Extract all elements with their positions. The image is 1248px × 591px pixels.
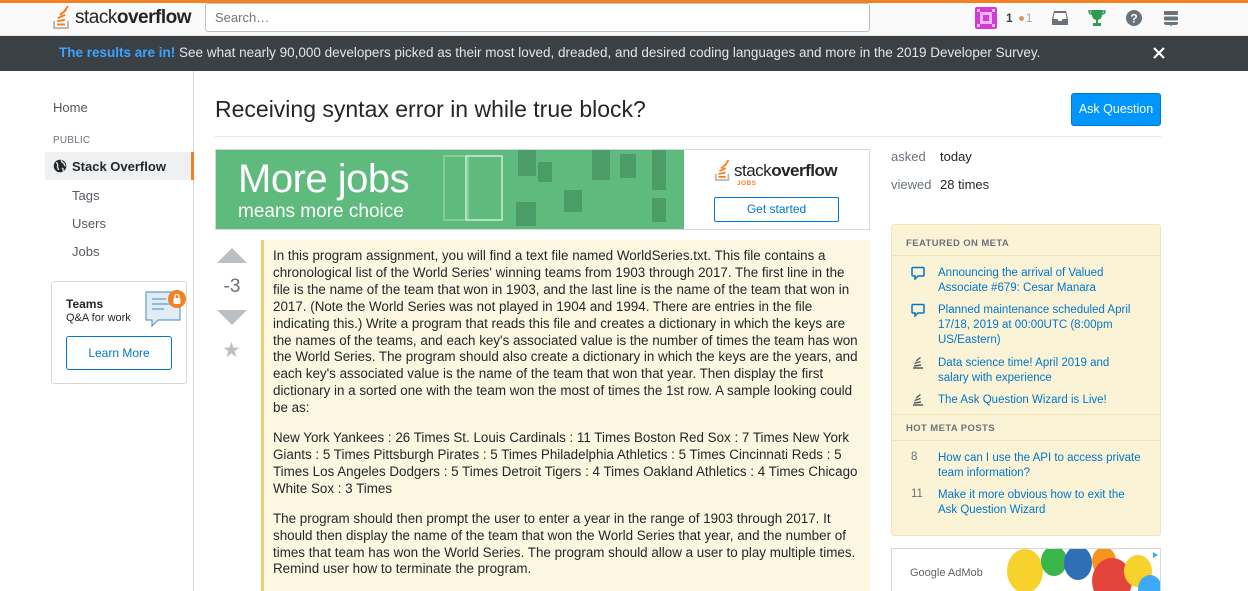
globe-icon bbox=[53, 159, 67, 173]
top-bar: stackoverflow 1 1 ? bbox=[0, 0, 1248, 36]
question-title[interactable]: Receiving syntax error in while true blo… bbox=[215, 96, 646, 123]
ad-headline: More jobs bbox=[238, 157, 410, 201]
stack-exchange-icon bbox=[911, 356, 925, 370]
meta-divider bbox=[892, 255, 1160, 256]
stack-overflow-jobs-logo-icon bbox=[714, 159, 732, 187]
asked-value: today bbox=[940, 149, 972, 164]
question-paragraph: The program should then prompt the user … bbox=[273, 510, 856, 577]
hot-meta-link[interactable]: Make it more obvious how to exit the Ask… bbox=[938, 488, 1143, 518]
ad-logo-text-bold: overflow bbox=[771, 161, 838, 180]
favorite-star-icon[interactable]: ★ bbox=[222, 340, 241, 361]
ad-logo-sub: JOBS bbox=[737, 180, 757, 187]
teams-promo: Teams Q&A for work Learn More bbox=[51, 281, 187, 384]
speech-bubble-icon bbox=[911, 266, 925, 281]
reputation-count: 1 bbox=[1006, 11, 1013, 25]
nav-jobs[interactable]: Jobs bbox=[72, 244, 99, 259]
jobs-advertisement[interactable]: More jobs means more choice stackoverflo… bbox=[215, 149, 870, 230]
teams-illustration-icon bbox=[144, 290, 188, 330]
nav-tags[interactable]: Tags bbox=[72, 188, 99, 203]
inbox-icon[interactable] bbox=[1051, 9, 1069, 27]
nav-public-label: PUBLIC bbox=[53, 135, 91, 146]
nav-home[interactable]: Home bbox=[53, 100, 88, 115]
achievements-icon[interactable] bbox=[1088, 9, 1107, 27]
teams-subtitle: Q&A for work bbox=[66, 312, 131, 324]
get-started-button[interactable]: Get started bbox=[714, 197, 839, 222]
search-input[interactable] bbox=[205, 3, 870, 32]
featured-meta-link[interactable]: Announcing the arrival of Valued Associa… bbox=[938, 266, 1143, 296]
meta-sidebar-box: FEATURED ON META Announcing the arrival … bbox=[891, 224, 1161, 536]
stack-exchange-icon bbox=[911, 393, 925, 407]
hot-meta-link[interactable]: How can I use the API to access private … bbox=[938, 451, 1143, 481]
survey-banner: The results are in! See what nearly 90,0… bbox=[0, 36, 1248, 71]
speech-bubble-icon bbox=[911, 303, 925, 318]
nav-stack-overflow-label: Stack Overflow bbox=[72, 158, 166, 174]
help-icon[interactable]: ? bbox=[1125, 9, 1143, 27]
nav-stack-overflow[interactable]: Stack Overflow bbox=[45, 152, 194, 180]
hot-meta-heading: HOT META POSTS bbox=[906, 423, 995, 434]
featured-meta-link[interactable]: The Ask Question Wizard is Live! bbox=[938, 393, 1143, 408]
admob-advertisement[interactable]: Google AdMob bbox=[891, 548, 1161, 591]
svg-text:?: ? bbox=[1131, 12, 1138, 26]
viewed-label: viewed bbox=[891, 177, 932, 192]
hot-meta-score: 11 bbox=[911, 488, 923, 500]
left-sidebar: Home PUBLIC Stack Overflow Tags Users Jo… bbox=[0, 71, 194, 591]
banner-text: See what nearly 90,000 developers picked… bbox=[175, 45, 1041, 60]
top-right-controls: 1 1 ? bbox=[975, 7, 1180, 29]
bronze-badge-count: 1 bbox=[1025, 11, 1033, 25]
nav-users[interactable]: Users bbox=[72, 216, 106, 231]
logo-text-light: stack bbox=[75, 7, 117, 28]
site-logo[interactable]: stackoverflow bbox=[52, 4, 191, 32]
balloons-image-icon bbox=[1007, 549, 1160, 591]
question-body: In this program assignment, you will fin… bbox=[261, 240, 870, 591]
hot-meta-score: 8 bbox=[911, 451, 918, 463]
banner-highlight-link[interactable]: The results are in! bbox=[59, 45, 175, 60]
asked-label: asked bbox=[891, 149, 926, 164]
meta-divider bbox=[892, 440, 1160, 441]
vote-count: -3 bbox=[223, 276, 241, 297]
stack-overflow-logo-icon bbox=[52, 5, 72, 30]
upvote-button[interactable] bbox=[217, 248, 247, 263]
question-paragraph: In this program assignment, you will fin… bbox=[273, 248, 858, 416]
bronze-badge-icon bbox=[1018, 15, 1024, 21]
meta-divider bbox=[892, 414, 1160, 415]
downvote-button[interactable] bbox=[217, 310, 247, 325]
viewed-value: 28 times bbox=[940, 177, 990, 192]
teams-title: Teams bbox=[66, 297, 104, 311]
ad-green-panel: More jobs means more choice bbox=[216, 150, 684, 229]
ad-subline: means more choice bbox=[238, 201, 404, 222]
logo-text-bold: overflow bbox=[116, 7, 192, 28]
featured-meta-link[interactable]: Data science time! April 2019 and salary… bbox=[938, 356, 1143, 386]
title-divider bbox=[215, 136, 1161, 137]
question-paragraph: New York Yankees : 26 Times St. Louis Ca… bbox=[273, 430, 858, 496]
ad-logo: stackoverflow bbox=[714, 159, 838, 187]
learn-more-button[interactable]: Learn More bbox=[66, 336, 172, 370]
ad-white-panel: stackoverflow JOBS Get started bbox=[684, 150, 869, 229]
ask-question-button[interactable]: Ask Question bbox=[1071, 93, 1161, 126]
site-switcher-icon[interactable] bbox=[1162, 9, 1180, 27]
featured-meta-link[interactable]: Planned maintenance scheduled April 17/1… bbox=[938, 303, 1143, 348]
ad-logo-text-light: stack bbox=[734, 161, 772, 180]
close-icon[interactable] bbox=[1152, 46, 1166, 60]
featured-meta-heading: FEATURED ON META bbox=[906, 238, 1010, 249]
avatar[interactable] bbox=[975, 7, 997, 29]
